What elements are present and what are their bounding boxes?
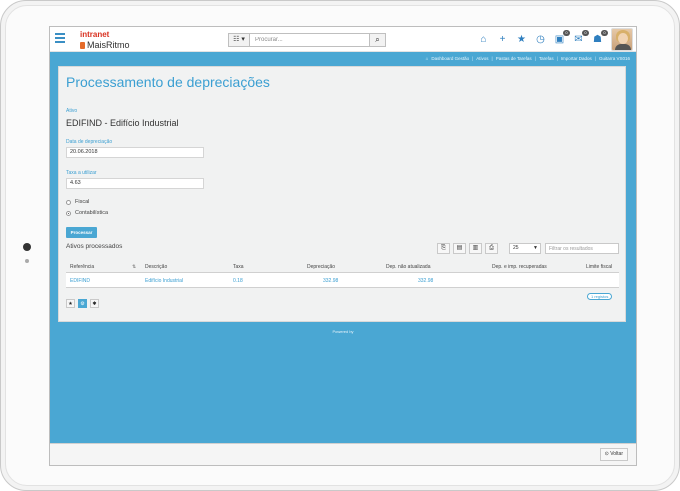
user-avatar[interactable]	[611, 28, 633, 51]
copy-icon[interactable]: ⎘	[437, 243, 450, 254]
plus-icon[interactable]: +	[496, 33, 509, 46]
col-referencia[interactable]: Referência	[70, 264, 94, 270]
cell-taxa: 0.18	[233, 278, 243, 284]
radio-contabilistica-label: Contabilística	[75, 210, 109, 216]
search-type-dropdown[interactable]: ☷ ▾	[228, 33, 250, 47]
breadcrumb-item[interactable]: Dashboard Gestão	[431, 56, 469, 61]
notifications-icon[interactable]: ☗ 0	[591, 30, 608, 46]
export-csv-icon[interactable]: ▤	[453, 243, 466, 254]
calendar-icon[interactable]: ▣ 0	[553, 30, 570, 46]
page-size-value: 25	[513, 245, 519, 251]
col-dep-recuperadas[interactable]: Dep. e imp. recuperadas	[492, 264, 547, 270]
sort-icon[interactable]: ⇅	[132, 264, 136, 270]
messages-icon[interactable]: ✉ 0	[572, 30, 589, 46]
cell-descricao[interactable]: Edifício Industrial	[145, 278, 183, 284]
export-pdf-icon[interactable]: ▥	[469, 243, 482, 254]
print-icon[interactable]: ⎙	[485, 243, 498, 254]
asset-label: Ativo	[66, 108, 78, 114]
home-button	[23, 243, 31, 251]
top-icons: ⌂ + ★ ◷ ▣ 0 ✉ 0 ☗ 0	[477, 30, 608, 47]
date-label: Data de depreciação	[66, 139, 113, 145]
tablet-frame: intranet MaisRitmo ☷ ▾ ⌕ ⌂ + ★ ◷ ▣0 ✉0 ☗…	[0, 0, 680, 491]
top-navbar: intranet MaisRitmo ☷ ▾ ⌕ ⌂ + ★ ◷ ▣0 ✉0 ☗…	[50, 27, 636, 52]
radio-fiscal-circle[interactable]	[66, 199, 71, 205]
filter-input[interactable]	[545, 243, 619, 254]
cell-referencia[interactable]: EDIFIND	[70, 278, 90, 284]
col-dep-nao-atualizada[interactable]: Dep. não atualizada	[386, 264, 430, 270]
back-arrow-icon: ⊙	[604, 451, 609, 457]
table-header: Referência ⇅ Descrição Taxa Depreciação …	[66, 260, 619, 273]
breadcrumb: ⌂ Dashboard Gestão | Ativos | Pastas de Ta…	[425, 56, 630, 61]
breadcrumb-home-icon[interactable]: ⌂	[426, 56, 429, 61]
powered-by: Powered by	[332, 329, 354, 334]
table-row[interactable]: EDIFIND Edifício Industrial 0.18 332.98 …	[66, 273, 619, 288]
breadcrumb-item[interactable]: Tarefas	[539, 56, 554, 61]
process-button[interactable]: Processar	[66, 227, 97, 238]
results-table: Referência ⇅ Descrição Taxa Depreciação …	[66, 260, 619, 288]
breadcrumb-item[interactable]: Guitarra VS016	[599, 56, 630, 61]
breadcrumb-item[interactable]: Ativos	[476, 56, 488, 61]
star-icon[interactable]: ★	[66, 299, 75, 308]
main-panel: Processamento de depreciações Ativo EDIF…	[58, 66, 626, 322]
breadcrumb-item[interactable]: Pastas de Tarefas	[496, 56, 532, 61]
rate-label: Taxa a utilizar	[66, 170, 97, 176]
search-input[interactable]	[250, 33, 370, 47]
camera-dot	[25, 259, 29, 263]
gear-icon[interactable]: ⚙	[78, 299, 87, 308]
records-badge: 1 registos	[587, 293, 613, 300]
cell-depreciacao: 332.98	[323, 278, 339, 284]
clock-icon[interactable]: ◷	[534, 33, 547, 46]
logo-brand-text: MaisRitmo	[87, 40, 130, 50]
date-field[interactable]: 20.06.2018	[66, 147, 204, 158]
col-descricao[interactable]: Descrição	[145, 264, 167, 270]
home-icon[interactable]: ⌂	[477, 33, 490, 46]
page-size-select[interactable]: 25 ▼	[509, 243, 541, 254]
table-tools: ⎘ ▤ ▥ ⎙	[437, 243, 498, 254]
breadcrumb-item[interactable]: Importar Dados	[561, 56, 592, 61]
back-button[interactable]: ⊙ Voltar	[599, 448, 628, 461]
radio-contabilistica-circle[interactable]	[66, 210, 71, 216]
logo-mark-icon	[80, 42, 85, 49]
radio-contabilistica[interactable]: Contabilística	[66, 210, 108, 216]
results-title: Ativos processados	[66, 243, 123, 250]
messages-badge: 0	[582, 30, 589, 36]
asset-name: EDIFIND - Edifício Industrial	[66, 118, 179, 128]
notifications-badge: 0	[601, 30, 608, 36]
search-icon: ⌕	[375, 35, 380, 44]
col-limite-fiscal[interactable]: Limite fiscal	[586, 264, 612, 270]
search-button[interactable]: ⌕	[370, 33, 386, 47]
bottom-toolbar: ⊙ Voltar	[50, 443, 636, 465]
settings-icon[interactable]: ✱	[90, 299, 99, 308]
logo-intranet-text: intranet	[80, 30, 110, 39]
row-action-buttons: ★ ⚙ ✱	[66, 299, 99, 308]
chevron-down-icon: ▼	[533, 245, 538, 251]
cell-dep-nao-atualizada: 332.98	[418, 278, 434, 284]
hamburger-menu-icon[interactable]	[55, 33, 65, 45]
back-button-label: Voltar	[610, 451, 623, 457]
rate-field[interactable]: 4.63	[66, 178, 204, 189]
app-logo[interactable]: intranet MaisRitmo	[80, 30, 130, 50]
page-title: Processamento de depreciações	[66, 74, 270, 90]
search-bar: ☷ ▾ ⌕	[228, 33, 386, 47]
radio-fiscal-label: Fiscal	[75, 199, 90, 205]
col-depreciacao[interactable]: Depreciação	[307, 264, 335, 270]
star-icon[interactable]: ★	[515, 33, 528, 46]
calendar-badge: 0	[563, 30, 570, 36]
radio-fiscal[interactable]: Fiscal	[66, 199, 89, 205]
app-screen: intranet MaisRitmo ☷ ▾ ⌕ ⌂ + ★ ◷ ▣0 ✉0 ☗…	[49, 26, 637, 466]
col-taxa[interactable]: Taxa	[233, 264, 244, 270]
